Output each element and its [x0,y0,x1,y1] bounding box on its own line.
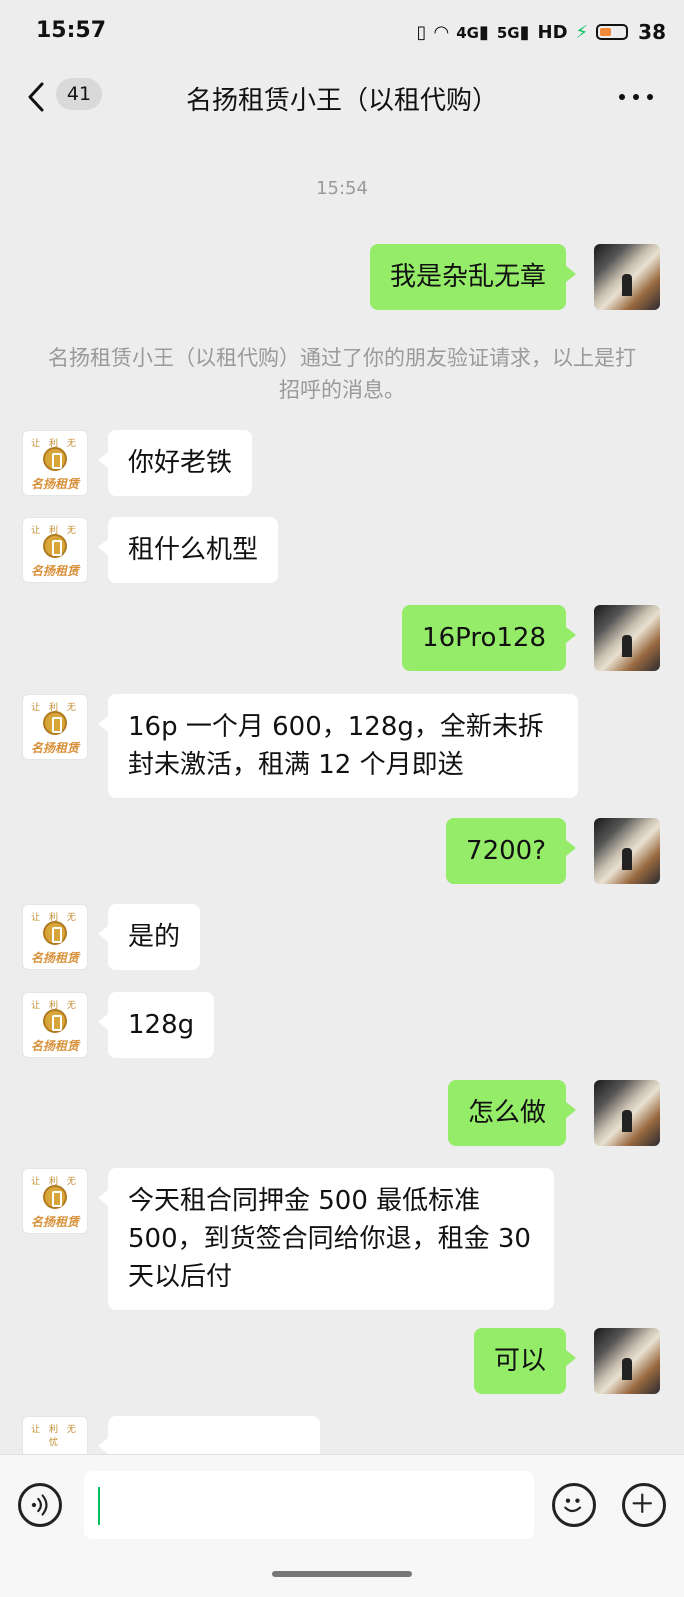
battery-icon [596,24,629,40]
my-avatar[interactable] [594,1080,660,1146]
input-bar [0,1454,684,1597]
avatar-figure [622,274,632,296]
message-bubble-received[interactable] [98,1416,320,1454]
message-bubble-received[interactable]: 16p 一个月 600，128g，全新未拆封未激活，租满 12 个月即送 [98,694,578,798]
contact-avatar[interactable]: 让 利 无 忧 [22,1416,88,1454]
vibrate-icon: ▯ [416,21,427,43]
message-bubble-sent[interactable]: 可以 [473,1328,577,1394]
my-avatar[interactable] [594,605,660,671]
avatar-logo-name: 名扬租赁 [30,477,79,491]
my-avatar[interactable] [594,1328,660,1394]
avatar-logo-name: 名扬租赁 [30,1215,79,1229]
avatar-logo-name: 名扬租赁 [30,564,79,578]
home-indicator[interactable] [272,1571,412,1577]
avatar-logo-icon [43,921,67,945]
contact-avatar[interactable]: 让 利 无 忧 名扬租赁 [22,904,88,970]
my-avatar[interactable] [594,244,660,310]
more-options-icon[interactable] [614,82,658,112]
voice-input-button[interactable] [18,1483,62,1527]
avatar-logo-icon [43,447,67,471]
signal-4g-icon: 4G▮ [456,21,489,43]
avatar-logo-name: 名扬租赁 [30,741,79,755]
status-bar: 15:57 ▯ ◠ 4G▮ 5G▮ HD ⚡ 38 [0,0,684,62]
network-4g-label: 4G [456,23,479,42]
contact-avatar[interactable]: 让 利 无 忧 名扬租赁 [22,1168,88,1234]
my-avatar[interactable] [594,818,660,884]
message-bubble-sent[interactable]: 16Pro128 [402,605,576,671]
contact-avatar[interactable]: 让 利 无 忧 名扬租赁 [22,517,88,583]
avatar-figure [622,848,632,870]
battery-percent: 38 [638,20,666,44]
charging-icon: ⚡ [575,21,589,43]
chat-title: 名扬租赁小王（以租代购） [185,86,498,116]
avatar-figure [622,1358,632,1380]
avatar-figure [622,635,632,657]
message-bubble-sent[interactable]: 怎么做 [447,1080,577,1146]
contact-avatar[interactable]: 让 利 无 忧 名扬租赁 [22,992,88,1058]
wifi-icon: ◠ [434,21,449,43]
contact-avatar[interactable]: 让 利 无 忧 名扬租赁 [22,430,88,496]
avatar-figure [622,1110,632,1132]
message-bubble-sent[interactable]: 7200? [446,818,576,884]
message-timestamp: 15:54 [316,178,368,199]
avatar-logo-icon [43,1185,67,1209]
status-icons: ▯ ◠ 4G▮ 5G▮ HD ⚡ 38 [416,18,666,46]
chat-header: 41 名扬租赁小王（以租代购） [0,62,684,132]
contact-avatar[interactable]: 让 利 无 忧 名扬租赁 [22,694,88,760]
avatar-logo-icon [43,1009,67,1033]
signal-5g-icon: 5G▮ [496,21,530,43]
status-time: 15:57 [36,18,107,43]
text-caret [98,1487,100,1525]
avatar-logo-name: 名扬租赁 [30,1039,79,1053]
hd-icon: HD [537,21,568,43]
message-bubble-received[interactable]: 你好老铁 [97,430,253,496]
battery-level [600,28,611,36]
emoji-button[interactable] [552,1483,596,1527]
message-bubble-sent[interactable]: 我是杂乱无章 [369,244,577,310]
message-bubble-received[interactable]: 128g [97,992,215,1058]
network-5g-label: 5G [496,23,520,42]
system-notice: 名扬租赁小王（以租代购）通过了你的朋友验证请求，以上是打招呼的消息。 [48,346,636,402]
message-input[interactable] [84,1471,534,1539]
message-bubble-received[interactable]: 是的 [97,904,201,970]
avatar-logo-name: 名扬租赁 [30,951,79,965]
message-bubble-received[interactable]: 今天租合同押金 500 最低标准 500，到货签合同给你退，租金 30 天以后付 [98,1168,554,1310]
avatar-logo-slogan: 让 利 无 忧 [31,1425,79,1448]
message-bubble-received[interactable]: 租什么机型 [97,517,279,583]
avatar-logo-icon [43,711,67,735]
avatar-logo-icon [43,534,67,558]
more-functions-button[interactable] [622,1483,666,1527]
message-list[interactable]: 15:54 我是杂乱无章 名扬租赁小王（以租代购）通过了你的朋友验证请求，以上是… [0,132,684,1454]
